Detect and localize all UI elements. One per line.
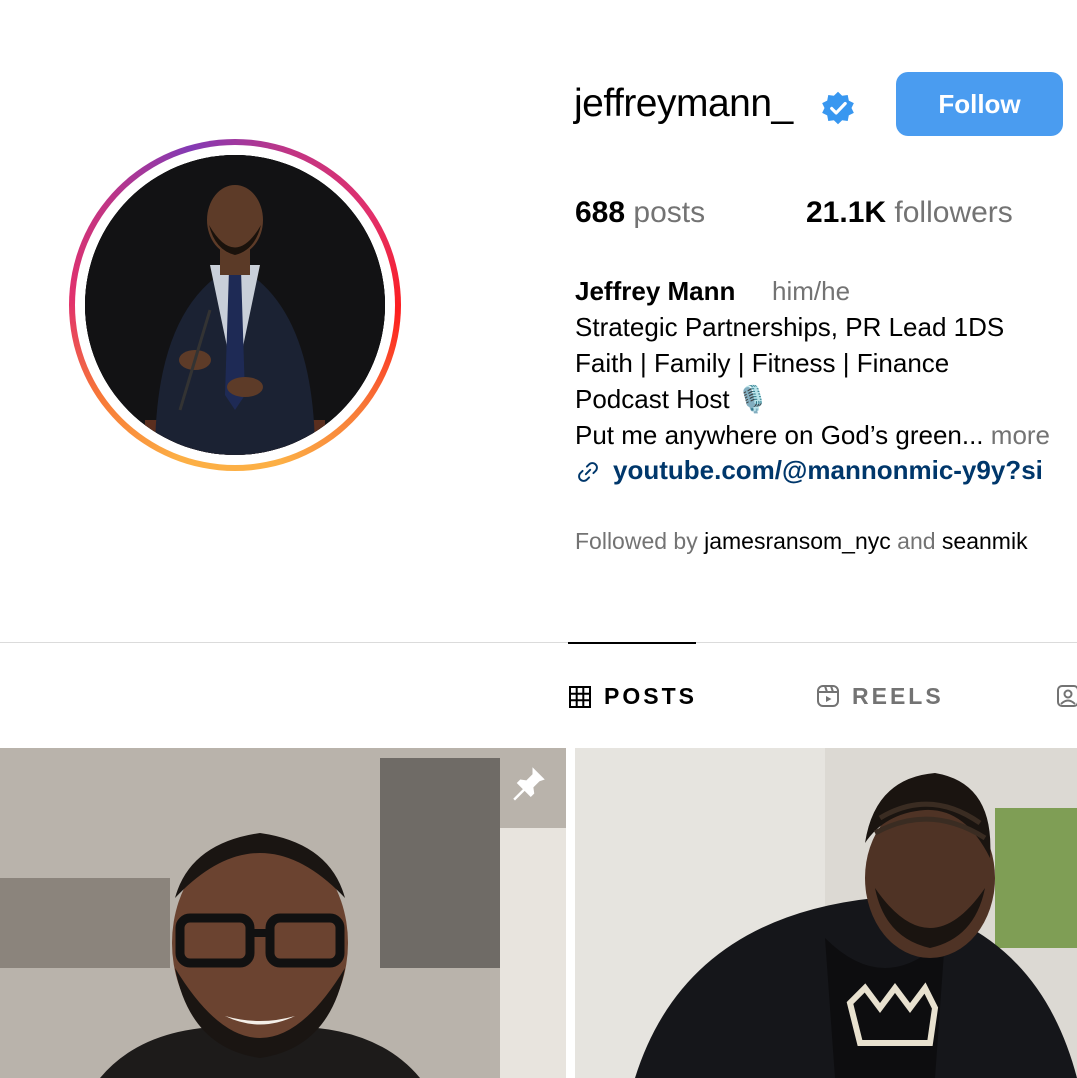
followed-by-prefix: Followed by	[575, 528, 698, 554]
followed-by-user: seanmik	[941, 528, 1028, 554]
posts-stat: 688 posts	[575, 196, 705, 230]
followed-by-user: jamesransom_nyc	[704, 528, 891, 554]
post-thumbnail[interactable]	[575, 748, 1077, 1078]
bio-line: Put me anywhere on God’s green... more	[575, 420, 1050, 451]
followers-label: followers	[894, 196, 1013, 229]
followers-stat[interactable]: 21.1K followers	[806, 196, 1013, 230]
post-thumbnail[interactable]	[0, 748, 566, 1078]
link-text: youtube.com/@mannonmic-y9y?si	[613, 455, 1043, 485]
tagged-icon[interactable]	[1056, 684, 1077, 708]
posts-label: posts	[633, 196, 706, 229]
posts-count: 688	[575, 196, 626, 229]
profile-avatar[interactable]	[85, 155, 385, 455]
followers-count: 21.1K	[806, 196, 887, 229]
verified-badge-icon	[820, 90, 856, 126]
bio-line: Faith | Family | Fitness | Finance	[575, 348, 950, 378]
follow-button[interactable]: Follow	[896, 72, 1063, 136]
bio-line: Podcast Host 🎙️	[575, 384, 770, 414]
profile-display-name: Jeffrey Mann	[575, 276, 736, 306]
profile-username: jeffreymann_	[574, 82, 793, 125]
bio-line: Strategic Partnerships, PR Lead 1DS	[575, 312, 1005, 342]
tabs-divider	[0, 642, 1077, 643]
reels-icon	[816, 684, 840, 708]
tab-posts[interactable]: POSTS	[604, 683, 697, 710]
pinned-icon	[508, 762, 550, 804]
profile-external-link[interactable]: youtube.com/@mannonmic-y9y?si	[575, 455, 1043, 486]
tab-reels[interactable]: REELS	[852, 683, 944, 710]
bio-more-link[interactable]: more	[991, 420, 1050, 450]
grid-icon	[569, 686, 591, 708]
followed-by-conj: and	[897, 528, 936, 554]
profile-pronouns: him/he	[772, 276, 851, 306]
active-tab-indicator	[568, 642, 696, 644]
bio-line-text: Put me anywhere on God’s green...	[575, 420, 984, 450]
followed-by-line[interactable]: Followed by jamesransom_nyc and seanmik	[575, 528, 1028, 555]
link-icon	[575, 459, 601, 485]
